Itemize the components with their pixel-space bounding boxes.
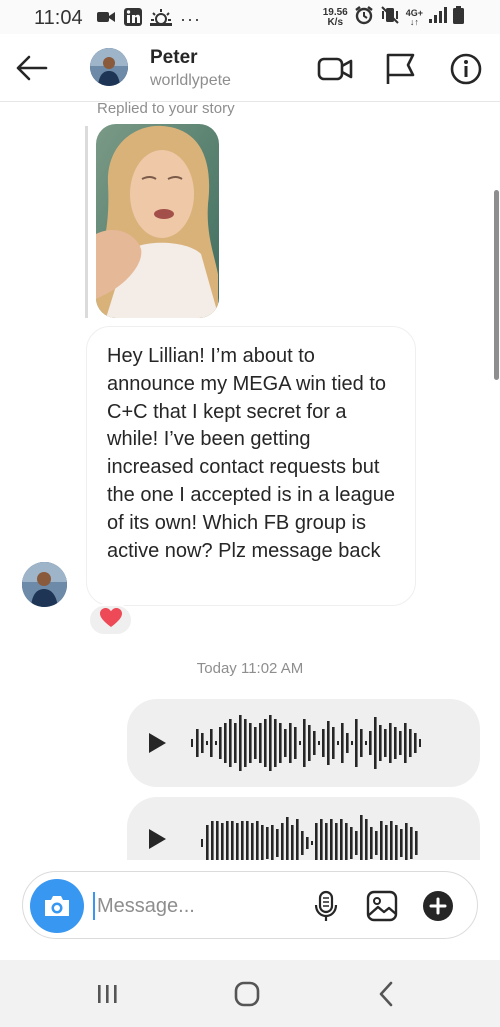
home-icon[interactable] — [227, 978, 267, 1010]
recent-apps-icon[interactable] — [87, 978, 127, 1010]
heart-reaction[interactable] — [88, 604, 133, 636]
message-input[interactable] — [93, 892, 293, 920]
video-notification-icon — [96, 9, 116, 30]
more-notifications-icon: ··· — [180, 9, 201, 29]
waveform-1 — [191, 715, 421, 771]
alarm-icon — [354, 5, 374, 30]
message-composer — [22, 871, 478, 939]
status-system-icons: 19.56 K/s 4G+ ↓↑ — [323, 5, 464, 30]
voice-message-1[interactable] — [127, 699, 480, 787]
status-time: 11:04 — [34, 7, 83, 29]
chat-header: Peter worldlypete — [0, 34, 500, 102]
signal-icon — [429, 7, 447, 28]
network-speed: 19.56 K/s — [322, 6, 348, 28]
replied-to-story-label: Replied to your story — [97, 100, 235, 117]
back-arrow-icon[interactable] — [14, 50, 50, 86]
contact-avatar[interactable] — [90, 48, 128, 86]
status-bar: 11:04 ··· 19.56 K/s 4G+ ↓↑ — [0, 0, 500, 34]
waveform-2 — [201, 815, 418, 860]
contact-handle[interactable]: worldlypete — [150, 72, 231, 90]
linkedin-icon — [124, 8, 142, 31]
story-thumbnail[interactable] — [96, 124, 219, 318]
reply-indicator-line — [85, 126, 88, 318]
message-timestamp: Today 11:02 AM — [196, 660, 304, 677]
incoming-message-bubble[interactable]: Hey Lillian! I’m about to announce my ME… — [86, 326, 416, 606]
data-arrows-icon: ↓↑ — [409, 16, 419, 27]
battery-icon — [453, 6, 464, 29]
system-navigation-bar — [0, 960, 500, 1027]
flag-icon[interactable] — [383, 52, 419, 86]
voice-message-2[interactable] — [127, 797, 480, 860]
contact-name[interactable]: Peter — [150, 47, 198, 69]
scrollbar[interactable] — [494, 190, 499, 380]
heart-icon — [99, 607, 122, 633]
sender-avatar[interactable] — [22, 562, 67, 607]
network-speed-value: 19.56 — [322, 6, 348, 18]
status-notification-icons: ··· — [96, 8, 201, 31]
info-icon[interactable] — [449, 52, 485, 86]
play-icon[interactable] — [149, 733, 166, 753]
play-icon[interactable] — [149, 829, 166, 849]
mute-vibrate-icon — [380, 5, 400, 30]
camera-icon[interactable] — [30, 879, 84, 933]
gallery-icon[interactable] — [365, 889, 399, 923]
network-speed-unit: K/s — [327, 16, 343, 28]
microphone-icon[interactable] — [309, 889, 343, 923]
video-camera-icon[interactable] — [317, 52, 353, 86]
network-type-icon: 4G+ ↓↑ — [406, 8, 423, 27]
plus-icon[interactable] — [421, 889, 455, 923]
message-text: Hey Lillian! I’m about to announce my ME… — [107, 345, 395, 562]
back-nav-icon[interactable] — [366, 978, 406, 1010]
weather-icon — [150, 8, 172, 31]
